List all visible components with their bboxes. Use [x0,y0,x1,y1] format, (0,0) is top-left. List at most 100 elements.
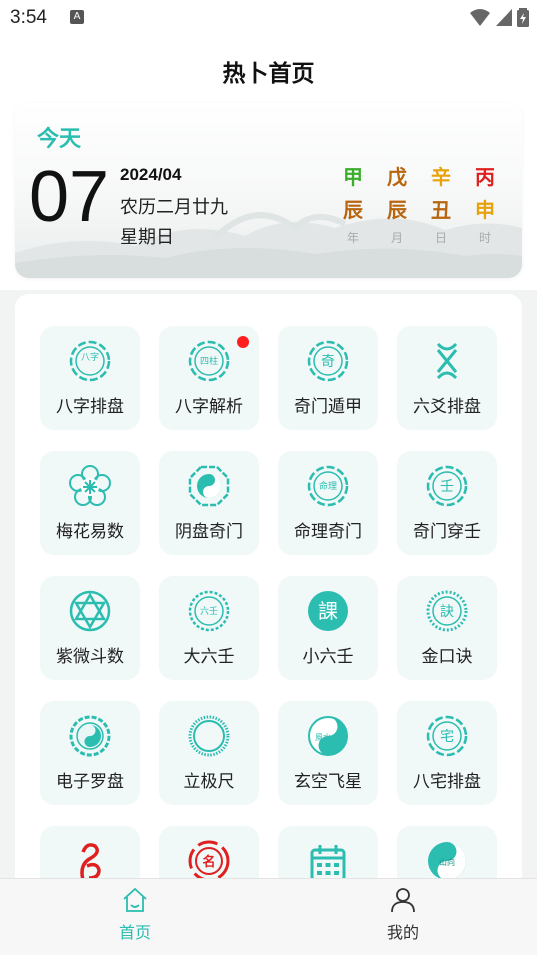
ganzhi-label: 时 [478,231,491,245]
compass-icon [69,715,111,757]
svg-text:八字: 八字 [81,351,99,363]
tool-label: 八字排盘 [56,397,124,417]
yinyang-bagua-icon [188,465,230,507]
ganzhi-label: 月 [390,231,403,245]
lunar-date: 农历二月廿九 [120,197,228,218]
ganzhi-stem: 辛 [431,165,451,189]
day-number: 07 [29,157,110,237]
ganzhi-hour: 丙 申 时 [471,163,499,246]
ganzhi-stem: 甲 [343,165,363,189]
weekday: 星期日 [120,227,174,248]
tool-label: 小六壬 [302,647,354,667]
tool-label: 八宅排盘 [413,772,481,792]
calendar-icon [310,845,346,882]
app-header: 热卜首页 [0,36,537,100]
tool-da-liuren[interactable]: 六壬 大六壬 [159,576,259,680]
ganzhi-branch: 丑 [431,198,451,222]
shanxiang-icon: 山向 [428,842,466,880]
ganzhi-day: 辛 丑 日 [427,163,455,246]
ganzhi-branch: 申 [475,198,495,222]
liuren-seal-icon: 六壬 [188,590,230,632]
nav-profile[interactable]: 我的 [363,887,443,943]
svg-text:宅: 宅 [440,729,454,745]
svg-text:名: 名 [202,854,215,870]
page-title: 热卜首页 [222,61,315,87]
new-badge [237,336,249,348]
tool-label: 阴盘奇门 [175,522,243,542]
tool-bazhai-paipan[interactable]: 宅 八宅排盘 [397,701,497,805]
nav-home-label: 首页 [118,923,151,942]
year-month: 2024/04 [120,165,182,184]
ganzhi-label: 日 [434,231,447,245]
tool-xuankong-feixing[interactable]: 風水 玄空飞星 [278,701,378,805]
bottom-nav: 首页 我的 [0,878,537,955]
today-label: 今天 [37,127,82,152]
signal-icon [496,9,512,26]
tool-label: 电子罗盘 [56,772,124,792]
svg-text:四柱: 四柱 [200,355,218,367]
ganzhi-branch: 辰 [387,198,407,222]
tool-jinkoujue[interactable]: 訣 金口诀 [397,576,497,680]
plum-blossom-icon [69,465,111,506]
ganzhi-month: 戊 辰 月 [383,163,411,246]
ganzhi-label: 年 [346,231,359,245]
ganzhi-branch: 辰 [343,198,363,222]
tool-label: 奇门穿壬 [413,522,481,542]
tool-label: 玄空飞星 [294,772,362,792]
status-bar: 3:54 A [0,0,537,36]
svg-text:壬: 壬 [440,479,454,495]
tool-label: 梅花易数 [56,522,124,542]
tool-bazi-jiexi[interactable]: 四柱 八字解析 [159,326,259,430]
status-time: 3:54 [10,7,47,28]
fengshui-icon: 風水 [308,716,348,756]
tools-grid: 八字 八字排盘 四柱 八字解析 奇 奇门遁甲 六爻排盘 梅花易数 阴盘奇门 命理… [15,294,522,914]
ganzhi-stem: 丙 [475,165,495,189]
tool-dianzi-luopan[interactable]: 电子罗盘 [40,701,140,805]
svg-text:奇: 奇 [321,353,335,370]
svg-text:訣: 訣 [440,604,454,620]
tool-xiao-liuren[interactable]: 課 小六壬 [278,576,378,680]
tool-qimen-dunjia[interactable]: 奇 奇门遁甲 [278,326,378,430]
tool-label: 六爻排盘 [413,397,481,417]
notification-icon: A [70,10,84,24]
svg-text:六壬: 六壬 [200,605,218,617]
nav-home[interactable]: 首页 [95,887,175,943]
tool-mingli-qimen[interactable]: 命理 命理奇门 [278,451,378,555]
ruler-ring-icon [188,715,230,757]
battery-icon [517,8,529,27]
nav-profile-label: 我的 [386,923,419,942]
ganzhi-year: 甲 辰 年 [339,163,367,246]
tool-yinpan-qimen[interactable]: 阴盘奇门 [159,451,259,555]
ke-seal-icon: 課 [308,591,348,631]
tool-label: 大六壬 [183,647,235,667]
svg-text:命理: 命理 [319,480,337,492]
today-card[interactable]: 今天 07 2024/04 农历二月廿九 星期日 甲 辰 年 戊 辰 月 辛 丑… [15,103,522,278]
tool-bazi-paipan[interactable]: 八字 八字排盘 [40,326,140,430]
ren-seal-icon: 壬 [426,465,468,507]
liuyao-icon [436,342,458,380]
svg-text:山向: 山向 [439,857,455,867]
jue-seal-icon: 訣 [426,590,468,632]
tool-ziwei-doushu[interactable]: 紫微斗数 [40,576,140,680]
star-of-david-icon [69,590,111,632]
tool-label: 命理奇门 [294,522,362,542]
tool-label: 金口诀 [421,647,473,667]
ganzhi-stem: 戊 [387,165,407,189]
bazi-seal-icon: 八字 [69,340,111,382]
user-icon [391,888,415,913]
tool-label: 奇门遁甲 [294,397,362,417]
tool-label: 立极尺 [183,772,235,792]
tool-lijichi[interactable]: 立极尺 [159,701,259,805]
home-icon [123,887,147,912]
sizhu-seal-icon: 四柱 [188,340,230,382]
wifi-icon [470,9,490,26]
tool-label: 紫微斗数 [56,647,124,667]
zhai-seal-icon: 宅 [426,715,468,757]
ming-seal-icon: 名 [188,840,230,882]
tool-liuyao-paipan[interactable]: 六爻排盘 [397,326,497,430]
tool-meihua-yishu[interactable]: 梅花易数 [40,451,140,555]
tool-qimen-chuanren[interactable]: 壬 奇门穿壬 [397,451,497,555]
svg-text:風水: 風水 [315,732,331,742]
red-scroll-icon [80,843,101,881]
svg-text:課: 課 [318,599,338,623]
